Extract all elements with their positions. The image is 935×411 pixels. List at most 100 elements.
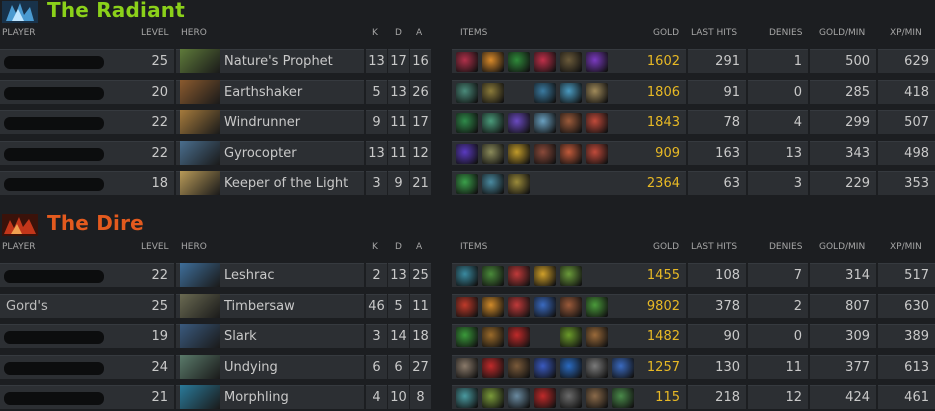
hero-name-cell: Timbersaw — [176, 293, 364, 318]
player-row[interactable]: 24 Undying 6 6 27 1257 130 11 377 613 — [0, 353, 935, 381]
hero-portrait[interactable] — [180, 324, 220, 348]
item-icon[interactable] — [534, 143, 556, 164]
denies-cell: 7 — [748, 263, 808, 287]
deaths-cell: 11 — [388, 140, 409, 165]
assists: 26 — [412, 84, 429, 100]
item-icon[interactable] — [560, 296, 582, 317]
item-icon[interactable] — [482, 113, 504, 133]
hero-portrait[interactable] — [180, 263, 220, 287]
item-icon[interactable] — [560, 357, 582, 378]
item-icon[interactable] — [560, 143, 582, 164]
item-icon[interactable] — [482, 296, 504, 317]
item-icon[interactable] — [560, 113, 582, 133]
item-icon[interactable] — [586, 82, 608, 103]
item-icon[interactable] — [508, 357, 530, 378]
hero-portrait[interactable] — [180, 293, 220, 318]
item-icon[interactable] — [560, 82, 582, 103]
item-icon[interactable] — [560, 327, 582, 347]
deaths: 13 — [390, 268, 407, 283]
item-icon[interactable] — [456, 266, 478, 286]
last-hits-cell: 91 — [688, 79, 746, 104]
item-icon[interactable] — [534, 296, 556, 317]
item-icon[interactable] — [508, 296, 530, 317]
gold-per-min-cell: 424 — [810, 385, 876, 409]
hero-portrait[interactable] — [180, 110, 220, 134]
player-row[interactable]: 20 Earthshaker 5 13 26 1806 91 0 285 418 — [0, 78, 935, 106]
hero-portrait[interactable] — [180, 354, 220, 379]
col-d: D — [395, 242, 402, 252]
item-icon[interactable] — [456, 296, 478, 317]
item-icon[interactable] — [456, 52, 478, 72]
item-icon[interactable] — [482, 327, 504, 347]
item-icon[interactable] — [612, 357, 634, 378]
item-icon[interactable] — [456, 113, 478, 133]
items-cell — [452, 263, 652, 287]
items-cell — [452, 171, 652, 195]
item-icon[interactable] — [482, 82, 504, 103]
item-icon[interactable] — [586, 327, 608, 347]
player-row[interactable]: 22 Leshrac 2 13 25 1455 108 7 314 517 — [0, 261, 935, 289]
item-icon[interactable] — [508, 266, 530, 286]
item-icon[interactable] — [482, 266, 504, 286]
hero-portrait[interactable] — [180, 79, 220, 104]
item-icon[interactable] — [534, 52, 556, 72]
item-icon[interactable] — [560, 388, 582, 408]
item-icon[interactable] — [482, 143, 504, 164]
player-row[interactable]: 18 Keeper of the Light 3 9 21 2364 63 3 229 353 — [0, 169, 935, 197]
last-hits-cell: 78 — [688, 110, 746, 134]
hero-name: Slark — [224, 329, 257, 344]
item-icon[interactable] — [456, 174, 478, 194]
deaths-cell: 13 — [388, 79, 409, 104]
item-icon[interactable] — [534, 266, 556, 286]
hero-portrait[interactable] — [180, 171, 220, 195]
item-icon[interactable] — [534, 357, 556, 378]
item-icon[interactable] — [456, 82, 478, 103]
player-row[interactable]: 22 Gyrocopter 13 11 12 909 163 13 343 498 — [0, 139, 935, 167]
item-icon[interactable] — [534, 82, 556, 103]
item-icon[interactable] — [560, 266, 582, 286]
item-icon[interactable] — [456, 388, 478, 408]
item-icon[interactable] — [612, 388, 634, 408]
item-icon[interactable] — [482, 388, 504, 408]
item-icon[interactable] — [586, 113, 608, 133]
item-icon[interactable] — [586, 296, 608, 317]
denies: 11 — [785, 359, 802, 375]
item-icon[interactable] — [508, 388, 530, 408]
kills: 13 — [368, 145, 385, 161]
item-icon[interactable] — [534, 388, 556, 408]
item-icon[interactable] — [482, 52, 504, 72]
player-name[interactable]: Gord's — [6, 299, 48, 314]
player-row[interactable]: Gord's 25 Timbersaw 46 5 11 9802 378 2 807 630 — [0, 292, 935, 320]
kills-cell: 6 — [366, 354, 387, 379]
hero-portrait[interactable] — [180, 140, 220, 165]
item-icon[interactable] — [482, 357, 504, 378]
gold-per-min-cell: 229 — [810, 171, 876, 195]
hero-portrait[interactable] — [180, 385, 220, 409]
item-icon[interactable] — [508, 327, 530, 347]
item-icon[interactable] — [586, 357, 608, 378]
item-icon[interactable] — [456, 357, 478, 378]
item-icon[interactable] — [508, 52, 530, 72]
item-icon[interactable] — [586, 143, 608, 164]
player-row[interactable]: 25 Nature's Prophet 13 17 16 1602 291 1 500 629 — [0, 47, 935, 75]
hero-portrait[interactable] — [180, 49, 220, 73]
denies: 4 — [793, 115, 802, 130]
item-icon[interactable] — [586, 388, 608, 408]
hero-name-cell: Windrunner — [176, 110, 364, 134]
assists: 11 — [412, 298, 429, 314]
kills-cell: 13 — [366, 140, 387, 165]
item-icon[interactable] — [560, 52, 582, 72]
item-icon[interactable] — [534, 113, 556, 133]
item-icon[interactable] — [456, 143, 478, 164]
item-icon[interactable] — [508, 113, 530, 133]
item-icon[interactable] — [456, 327, 478, 347]
item-icon[interactable] — [482, 174, 504, 194]
player-row[interactable]: 19 Slark 3 14 18 1482 90 0 309 389 — [0, 322, 935, 350]
player-row[interactable]: 21 Morphling 4 10 8 115 218 12 424 461 — [0, 383, 935, 411]
item-icon[interactable] — [586, 52, 608, 72]
player-row[interactable]: 22 Windrunner 9 11 17 1843 78 4 299 507 — [0, 108, 935, 136]
gold-cell: 1482 — [644, 324, 686, 348]
item-icon[interactable] — [508, 174, 530, 194]
deaths-cell: 13 — [388, 263, 409, 287]
item-icon[interactable] — [508, 143, 530, 164]
